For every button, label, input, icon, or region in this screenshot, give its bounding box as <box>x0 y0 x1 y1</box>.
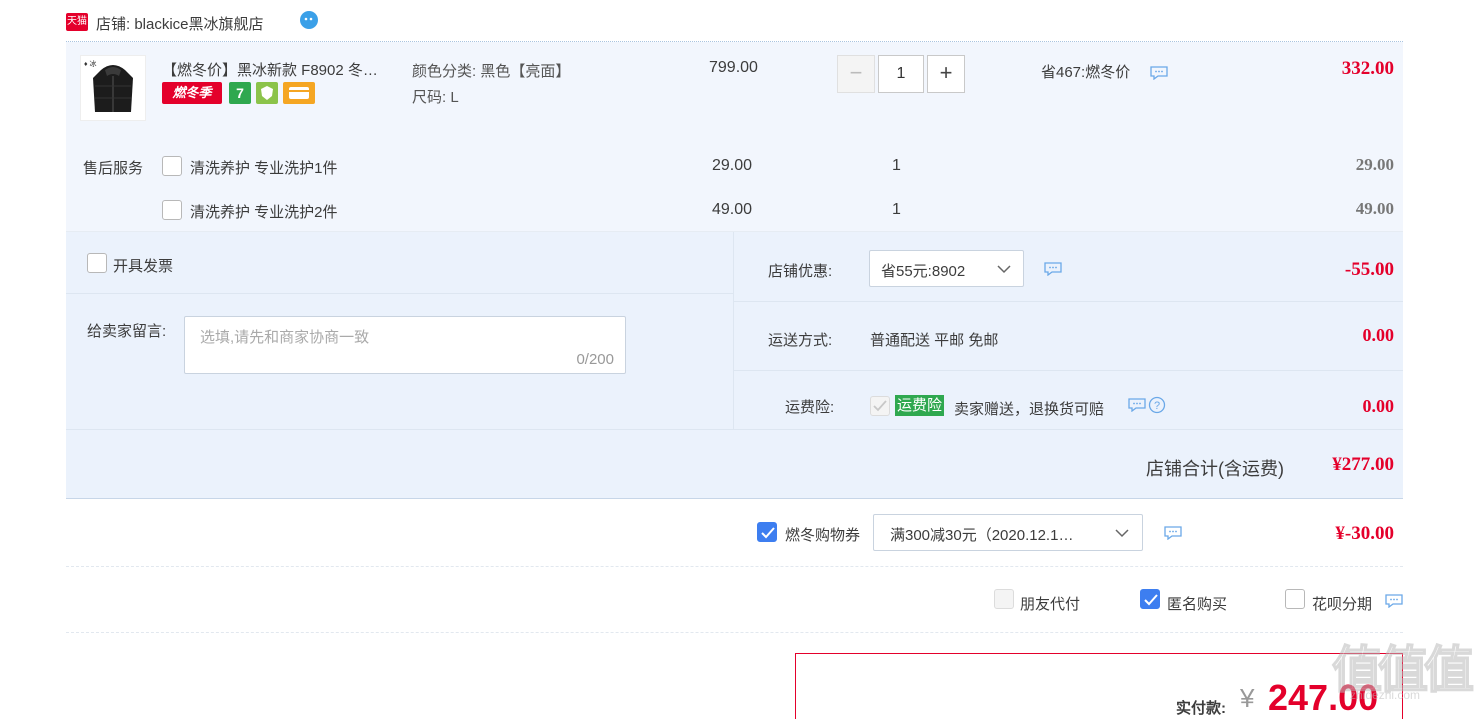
divider <box>66 429 1403 430</box>
quantity-increase-button[interactable]: + <box>927 55 965 93</box>
shop-discount-select[interactable]: 省55元:8902 <box>869 250 1024 287</box>
insurance-label: 运费险: <box>785 399 835 416</box>
insurance-badge: 运费险 <box>895 395 945 416</box>
tmall-badge-icon: 天猫 <box>66 13 88 31</box>
chat-icon[interactable] <box>1044 262 1062 276</box>
seven-day-return-icon: 7 <box>229 82 251 104</box>
credit-card-icon <box>283 82 315 104</box>
payment-amount: 247.00 <box>1268 677 1379 718</box>
divider <box>66 293 733 294</box>
svg-text:?: ? <box>1154 400 1160 412</box>
divider <box>66 498 1403 499</box>
unit-price: 799.00 <box>709 59 758 76</box>
shop-discount-amount: -55.00 <box>1344 259 1394 280</box>
payment-label: 实付款: <box>1176 700 1226 717</box>
promo-tag: 燃冬季 <box>162 82 222 104</box>
shipping-amount: 0.00 <box>1362 325 1395 345</box>
coupon-amount: ¥-30.00 <box>1335 523 1394 544</box>
quantity-decrease-button[interactable]: − <box>837 55 875 93</box>
divider <box>734 301 1403 302</box>
shop-discount-label: 店铺优惠: <box>768 263 833 280</box>
service-option-2-total: 49.00 <box>1355 199 1394 218</box>
invoice-checkbox[interactable] <box>87 253 107 273</box>
friend-pay-checkbox <box>994 589 1014 609</box>
message-label: 给卖家留言: <box>87 323 167 340</box>
insurance-amount: 0.00 <box>1362 396 1395 416</box>
after-sale-label: 售后服务 <box>83 160 144 177</box>
anonymous-purchase-checkbox[interactable] <box>1140 589 1160 609</box>
service-option-1-total: 29.00 <box>1355 155 1394 174</box>
shop-total-label: 店铺合计(含运费) <box>1146 459 1284 479</box>
chevron-down-icon <box>997 265 1011 274</box>
payment-currency: ¥ <box>1240 683 1255 713</box>
service-option-2-checkbox[interactable] <box>162 200 182 220</box>
chat-icon[interactable] <box>1128 398 1146 412</box>
message-placeholder: 选填,请先和商家协商一致 <box>200 329 370 346</box>
service-option-1-price: 29.00 <box>712 157 753 174</box>
anonymous-purchase-label: 匿名购买 <box>1167 596 1228 613</box>
service-option-1-qty: 1 <box>892 157 901 174</box>
huabei-installment-label: 花呗分期 <box>1312 596 1373 613</box>
sku-size: 尺码: L <box>412 89 459 106</box>
help-icon[interactable]: ? <box>1148 396 1166 414</box>
coupon-checkbox[interactable] <box>757 522 777 542</box>
chat-icon[interactable] <box>1385 594 1403 608</box>
coupon-value: 满300减30元（2020.12.1… <box>890 527 1074 544</box>
divider <box>734 370 1403 371</box>
service-option-2-name: 清洗养护 专业洗护2件 <box>190 204 338 221</box>
coupon-label: 燃冬购物券 <box>785 527 861 544</box>
chat-icon[interactable] <box>1150 66 1168 80</box>
shop-name[interactable]: 店铺: blackice黑冰旗舰店 <box>96 13 264 34</box>
quantity-input[interactable]: 1 <box>878 55 924 93</box>
saving-label: 省467:燃冬价 <box>1041 64 1131 81</box>
coupon-select[interactable]: 满300减30元（2020.12.1… <box>873 514 1143 551</box>
svg-text:♦ 冰: ♦ 冰 <box>84 59 97 68</box>
item-subtotal: 332.00 <box>1341 58 1394 79</box>
service-option-2-price: 49.00 <box>712 201 753 218</box>
insurance-text: 卖家赠送，退换货可赔 <box>954 401 1105 418</box>
shop-discount-value: 省55元:8902 <box>881 263 966 280</box>
huabei-installment-checkbox[interactable] <box>1285 589 1305 609</box>
service-option-1-name: 清洗养护 专业洗护1件 <box>190 160 338 177</box>
shop-total-amount: ¥277.00 <box>1332 454 1394 475</box>
divider <box>66 566 1403 567</box>
wangwang-chat-icon[interactable] <box>298 9 320 31</box>
product-title[interactable]: 【燃冬价】黑冰新款 F8902 冬… <box>162 59 378 80</box>
product-thumbnail[interactable]: ♦ 冰 <box>80 55 146 121</box>
chat-icon[interactable] <box>1164 526 1182 540</box>
friend-pay-label: 朋友代付 <box>1020 596 1081 613</box>
message-counter: 0/200 <box>576 351 614 368</box>
insurance-checkbox <box>870 396 890 416</box>
column-divider <box>733 232 734 430</box>
message-textarea[interactable]: 选填,请先和商家协商一致 0/200 <box>184 316 626 374</box>
shipping-value: 普通配送 平邮 免邮 <box>870 332 999 349</box>
sku-color: 颜色分类: 黑色【亮面】 <box>412 63 571 80</box>
divider <box>66 632 1403 633</box>
chevron-down-icon <box>1115 529 1129 538</box>
service-option-1-checkbox[interactable] <box>162 156 182 176</box>
shipping-label: 运送方式: <box>768 332 833 349</box>
invoice-label: 开具发票 <box>113 258 174 275</box>
service-option-2-qty: 1 <box>892 201 901 218</box>
shield-icon <box>256 82 278 104</box>
